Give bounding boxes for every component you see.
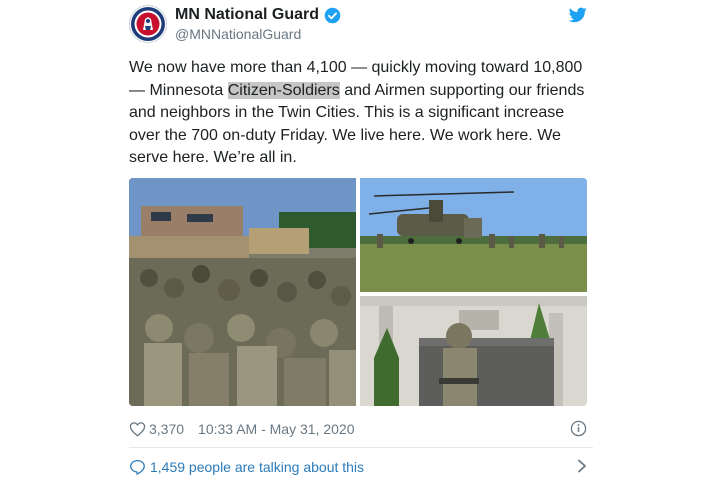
tweet-meta-row: 3,370 10:33 AM - May 31, 2020 <box>129 419 587 439</box>
speech-bubble-icon <box>130 459 145 475</box>
account-handle[interactable]: @MNNationalGuard <box>175 26 301 42</box>
info-icon[interactable] <box>570 420 587 437</box>
like-count[interactable]: 3,370 <box>149 421 184 437</box>
account-name-row: MN National Guard <box>175 6 341 24</box>
embedded-tweet: MN National Guard @MNNationalGuard We no… <box>115 0 593 479</box>
divider <box>129 447 593 448</box>
verified-badge-icon <box>324 7 341 23</box>
account-name[interactable]: MN National Guard <box>175 6 319 24</box>
photo-helicopter-field[interactable] <box>360 178 587 292</box>
guard-seal-logo <box>131 7 165 41</box>
twitter-bird-icon[interactable] <box>569 7 587 23</box>
conversation-link[interactable]: 1,459 people are talking about this <box>129 458 587 476</box>
tweet-text-highlight: Citizen-Soldiers <box>227 81 340 99</box>
photo-guardsman-capitol[interactable] <box>360 296 587 406</box>
tweet-timestamp[interactable]: 10:33 AM - May 31, 2020 <box>198 421 354 437</box>
tweet-text: We now have more than 4,100 — quickly mo… <box>129 57 591 170</box>
conversation-label[interactable]: 1,459 people are talking about this <box>150 459 364 475</box>
tweet-media-grid[interactable] <box>129 178 587 406</box>
chevron-right-icon[interactable] <box>577 459 587 473</box>
heart-icon[interactable] <box>129 421 146 437</box>
photo-soldiers-formation[interactable] <box>129 178 356 406</box>
account-avatar[interactable] <box>129 5 167 43</box>
